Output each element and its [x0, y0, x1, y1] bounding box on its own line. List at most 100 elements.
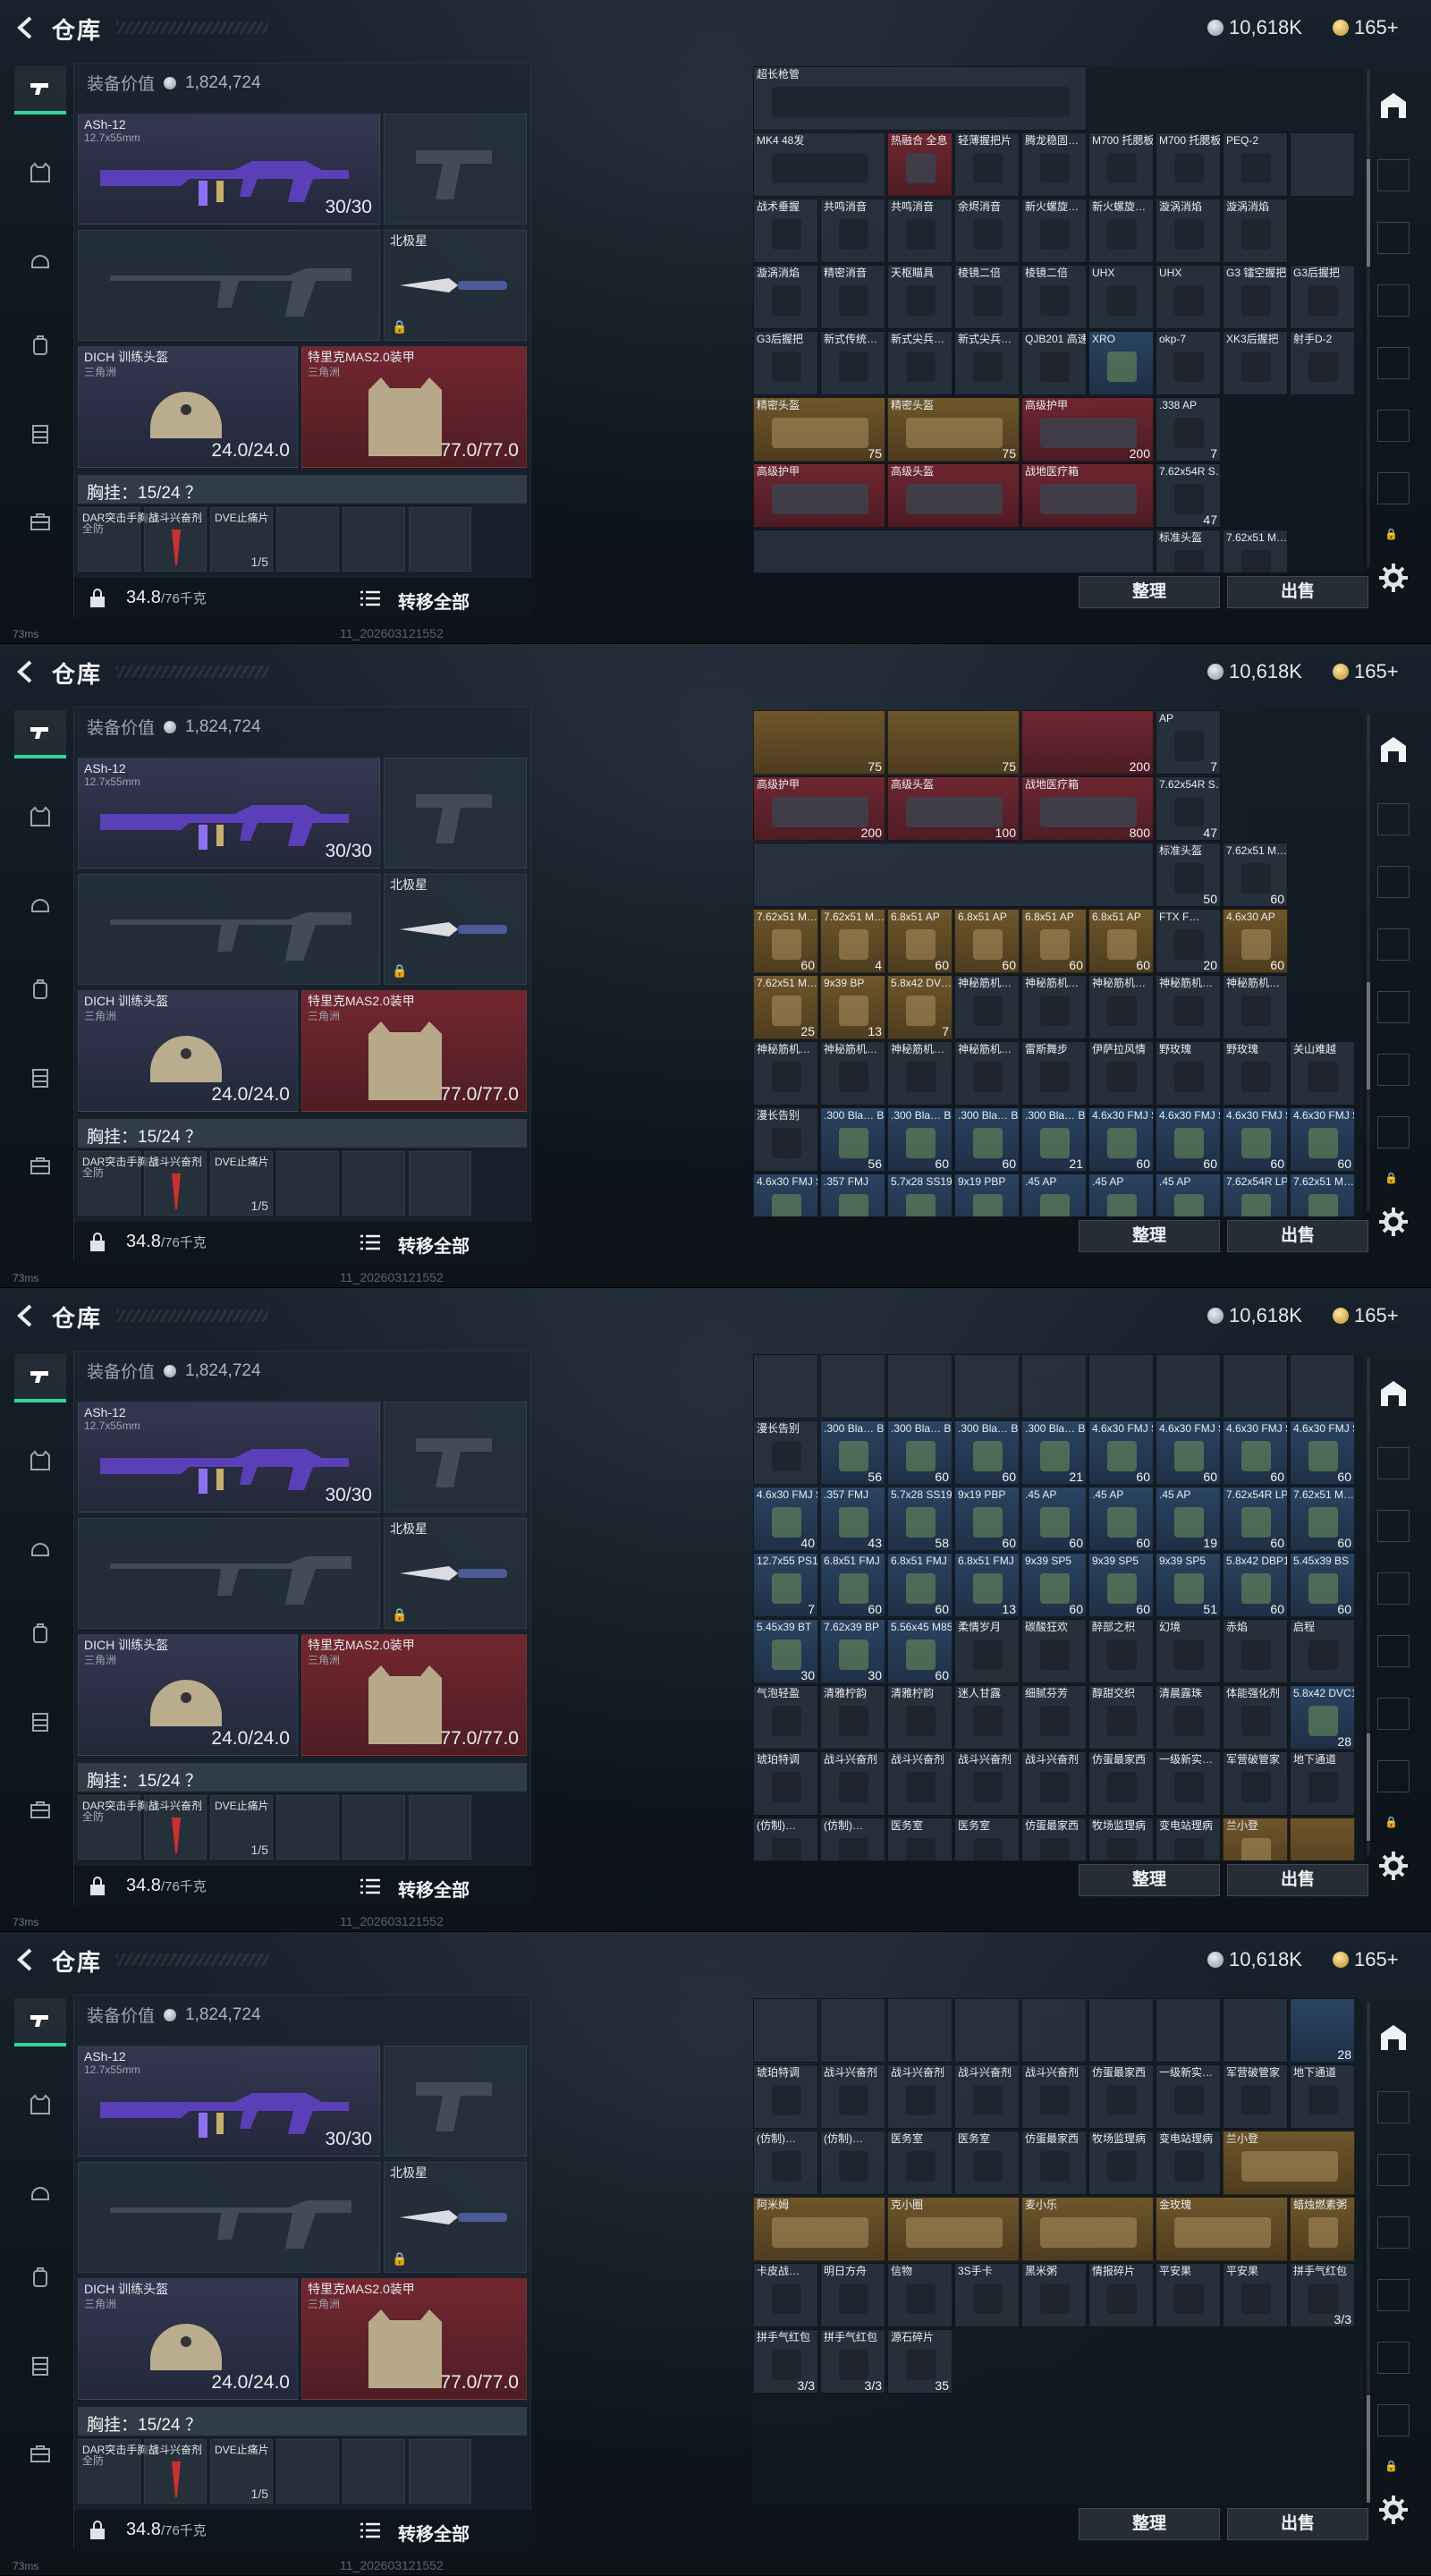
stash-main-icon[interactable] — [1377, 89, 1410, 122]
sidebar-item-case[interactable] — [14, 2429, 66, 2478]
stash-item[interactable]: .300 Bla… BCP FMJ 56 — [820, 1420, 885, 1485]
rig-item-painkiller[interactable]: DVE止痛片 1/5 — [210, 1151, 273, 1216]
stash-item[interactable] — [1021, 1354, 1087, 1419]
transfer-all-button[interactable]: 转移全部 — [343, 2515, 529, 2546]
armor-slot[interactable]: 特里克MAS2.0装甲 三角洲 77.0/77.0 — [301, 1634, 527, 1756]
stash-item[interactable]: (仿制)… — [820, 2131, 885, 2195]
stash-item[interactable]: 拼手气红包 3/3 — [820, 2329, 885, 2394]
stash-item[interactable]: 7.62x51 M… 60 — [1290, 1487, 1355, 1551]
primary-weapon-slot[interactable]: ASh-12 12.7x55mm 30/30 — [78, 1402, 380, 1513]
rig-item-stim[interactable]: 战斗兴奋剂 — [144, 2439, 207, 2504]
stash-grid[interactable]: 超长枪管 MK4 48发 热融合 全息 轻薄握把片 腾龙稳固… M700 托腮板 M700 … — [753, 66, 1363, 572]
stash-item[interactable]: 漫长告别 — [753, 1107, 818, 1172]
stash-grid[interactable]: 漫长告别.300 Bla… BCP FMJ56.300 Bla… BCP FMJ… — [753, 1354, 1363, 1860]
stash-item[interactable]: 战地医疗箱 — [1021, 463, 1154, 528]
stash-tab-icon[interactable] — [1377, 159, 1410, 191]
gear-icon[interactable] — [1377, 2494, 1410, 2526]
rig-item-dar-vest[interactable]: DAR突击手胸挂 全防 — [78, 1151, 158, 1216]
stash-item[interactable]: 战地医疗箱 800 — [1021, 776, 1154, 841]
stash-item[interactable]: .300 Bla… BCP FMJ 21 — [1021, 1420, 1087, 1485]
primary-weapon-slot[interactable]: ASh-12 12.7x55mm 30/30 — [78, 2046, 380, 2157]
stash-item[interactable]: 标准头盔 — [1156, 530, 1221, 572]
chest-rig-bar[interactable]: 胸挂：15/24 ？ — [78, 475, 527, 504]
stash-grid[interactable]: 75 75 200 AP 7 高级护甲 200 高级头盔 100 战地医疗箱 800 7.62x54R… — [753, 710, 1363, 1216]
stash-item[interactable]: 医务室 — [887, 1818, 953, 1860]
stash-item[interactable] — [820, 1354, 885, 1419]
rig-item-empty[interactable] — [343, 2439, 405, 2504]
rig-item-dar-vest[interactable]: DAR突击手胸挂 全防 — [78, 2439, 158, 2504]
sidebar-item-armor[interactable] — [14, 1436, 66, 1485]
stash-item[interactable]: 信物 — [887, 2263, 953, 2327]
sort-button[interactable]: 整理 — [1079, 1864, 1220, 1896]
sidebar-item-rig[interactable] — [14, 1054, 66, 1102]
stash-item[interactable]: 战斗兴奋剂 — [1021, 2064, 1087, 2129]
stash-item[interactable]: 5.45x39 BT 30 — [753, 1619, 818, 1683]
rig-item-empty[interactable] — [409, 507, 471, 572]
stash-item[interactable]: 碳酸狂欢 — [1021, 1619, 1087, 1683]
stash-item[interactable] — [1290, 132, 1355, 197]
stash-item[interactable]: XRO — [1088, 331, 1154, 395]
stash-item[interactable]: 神秘筋机… — [954, 975, 1020, 1039]
gold-currency[interactable]: 165+ — [1333, 16, 1399, 39]
stash-item[interactable]: 4.6x30 FMJ SX 60 — [1223, 1420, 1288, 1485]
rig-item-dar-vest[interactable]: DAR突击手胸挂 全防 — [78, 1795, 158, 1860]
stash-item[interactable]: .338 AP 7 — [1156, 397, 1221, 462]
stash-item[interactable]: 9x19 PBP 60 — [954, 1487, 1020, 1551]
stash-tab-icon[interactable] — [1377, 2091, 1410, 2123]
stash-item[interactable]: 卡皮战… — [753, 2263, 818, 2327]
stash-tab-icon[interactable] — [1377, 1698, 1410, 1730]
stash-item[interactable]: 一级新实… — [1156, 2064, 1221, 2129]
stash-tab-icon[interactable] — [1377, 866, 1410, 898]
stash-item[interactable]: G3 镭空握把 — [1223, 265, 1288, 329]
melee-slot[interactable]: 北极星 🔒 — [384, 874, 527, 985]
stash-item[interactable]: 4.6x30 FMJ SX 60 — [1290, 1107, 1355, 1172]
secondary-weapon-slot[interactable] — [78, 2162, 380, 2273]
armor-slot[interactable]: 特里克MAS2.0装甲 三角洲 77.0/77.0 — [301, 346, 527, 468]
stash-item[interactable]: 神秘筋机… — [1223, 975, 1288, 1039]
stash-item[interactable]: 4.6x30 FMJ SX 60 — [1156, 1420, 1221, 1485]
stash-item[interactable]: .45 AP — [1088, 1174, 1154, 1216]
melee-slot[interactable]: 北极星 🔒 — [384, 2162, 527, 2273]
rig-item-stim[interactable]: 战斗兴奋剂 — [144, 1795, 207, 1860]
stash-item[interactable]: 4.6x30 FMJ SX 40 — [753, 1487, 818, 1551]
transfer-all-button[interactable]: 转移全部 — [343, 583, 529, 614]
stash-item[interactable]: 阿米姆 — [753, 2197, 885, 2261]
stash-item[interactable]: 克小圈 — [887, 2197, 1020, 2261]
stash-item[interactable]: 7.62x51 M… 60 — [1223, 843, 1288, 907]
stash-item[interactable]: 4.6x30 AP 60 — [1223, 909, 1288, 973]
stash-item[interactable]: 启程 — [1290, 1619, 1355, 1683]
stash-item[interactable]: 棱镜二倍 — [954, 265, 1020, 329]
stash-item[interactable]: 仿蛋最家西 — [1021, 1818, 1087, 1860]
stash-item[interactable]: 6.8x51 AP 60 — [887, 909, 953, 973]
rig-item-stim[interactable]: 战斗兴奋剂 — [144, 1151, 207, 1216]
stash-grid[interactable]: 28 琥珀特调 战斗兴奋剂 战斗兴奋剂 战斗兴奋剂 战斗兴奋剂 仿蛋最家西 一级新实… 军营破管… — [753, 1998, 1363, 2504]
stash-tab-icon[interactable] — [1377, 222, 1410, 254]
stash-item[interactable]: AP 7 — [1156, 710, 1221, 775]
stash-item[interactable]: .45 AP 60 — [1088, 1487, 1154, 1551]
stash-item[interactable]: 体能强化剂 — [1223, 1685, 1288, 1750]
stash-item[interactable]: 醇甜交织 — [1088, 1685, 1154, 1750]
stash-item[interactable]: 新式尖兵… — [954, 331, 1020, 395]
stash-item[interactable]: 9x39 SP5 51 — [1156, 1553, 1221, 1617]
stash-item[interactable]: 清晨露珠 — [1156, 1685, 1221, 1750]
stash-item[interactable]: 6.8x51 AP 60 — [1021, 909, 1087, 973]
stash-tab-icon[interactable] — [1377, 2279, 1410, 2311]
stash-item[interactable]: 6.8x51 AP 60 — [954, 909, 1020, 973]
stash-item[interactable]: 9x39 SP5 60 — [1088, 1553, 1154, 1617]
stash-item[interactable]: 气泡轻盈 — [753, 1685, 818, 1750]
stash-item[interactable]: 牧场监理病 — [1088, 1818, 1154, 1860]
stash-item[interactable]: 变电站理病 — [1156, 2131, 1221, 2195]
stash-item[interactable]: 迷人甘露 — [954, 1685, 1020, 1750]
stash-tab-icon[interactable] — [1377, 803, 1410, 835]
stash-item[interactable]: .300 Bla… BCP FMJ 56 — [820, 1107, 885, 1172]
stash-item[interactable]: 细腻芬芳 — [1021, 1685, 1087, 1750]
chest-rig-bar[interactable]: 胸挂：15/24 ？ — [78, 1119, 527, 1148]
stash-item[interactable]: .300 Bla… BCP FMJ 21 — [1021, 1107, 1087, 1172]
rig-item-empty[interactable] — [276, 507, 339, 572]
stash-item[interactable]: 神秘筋机… — [954, 1041, 1020, 1106]
stash-item[interactable]: PEQ-2 — [1223, 132, 1288, 197]
stash-item[interactable]: 4.6x30 FMJ SX 60 — [1088, 1107, 1154, 1172]
stash-tab-icon[interactable] — [1377, 1447, 1410, 1479]
chest-rig-bar[interactable]: 胸挂：15/24 ？ — [78, 2407, 527, 2436]
stash-item[interactable] — [753, 1998, 818, 2063]
